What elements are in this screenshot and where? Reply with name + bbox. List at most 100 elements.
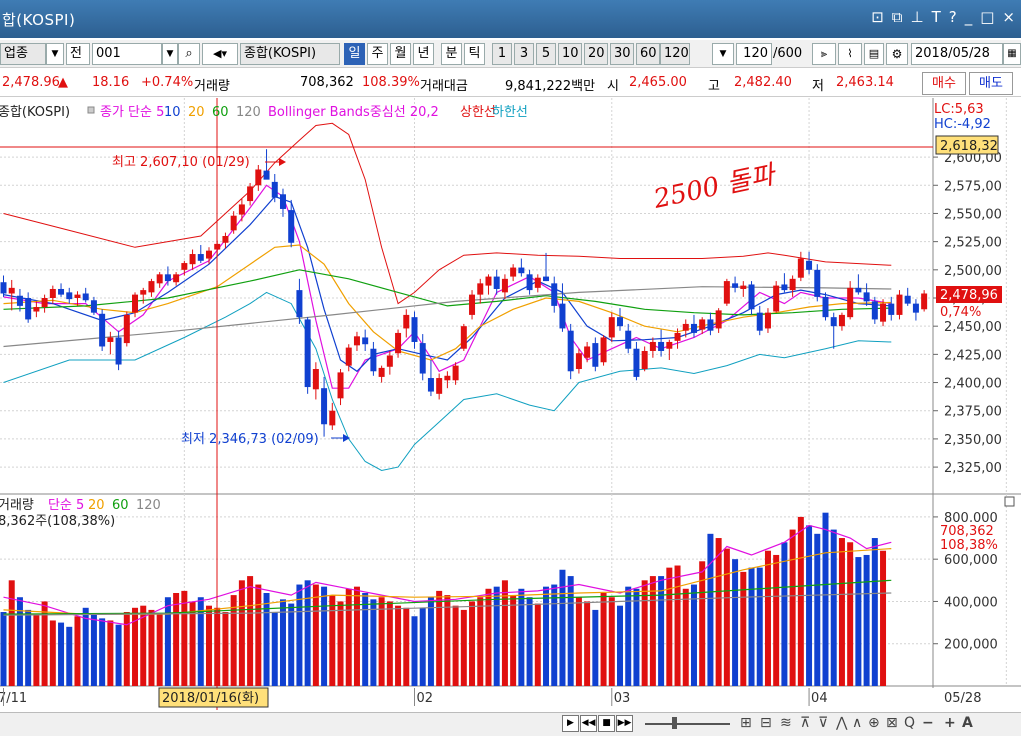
calendar-icon[interactable]: ▦ bbox=[1003, 43, 1021, 65]
date-input[interactable]: 2018/05/28 bbox=[911, 43, 1003, 65]
volume-bar bbox=[386, 601, 393, 686]
legend-box-icon bbox=[87, 106, 95, 114]
interval-dropdown-icon[interactable]: ▼ bbox=[712, 43, 734, 65]
candle-body bbox=[732, 283, 739, 288]
volume-bar bbox=[362, 593, 369, 686]
current-pct-label: 0,74% bbox=[940, 305, 981, 320]
candle-body bbox=[485, 276, 492, 286]
code-dropdown-icon[interactable]: ▼ bbox=[162, 43, 178, 65]
candle-body bbox=[255, 169, 262, 186]
prev-button[interactable]: 전 bbox=[66, 43, 90, 65]
code-input[interactable]: 001 bbox=[92, 43, 162, 65]
rewind-icon[interactable]: ◀◀ bbox=[580, 715, 597, 732]
zoom-out-icon[interactable]: − bbox=[922, 715, 934, 731]
candle-body bbox=[806, 260, 813, 270]
split-icon[interactable]: ⊟ bbox=[760, 715, 772, 731]
sound-icon[interactable]: ◀▾ bbox=[202, 43, 238, 65]
screenshot-icon[interactable]: ⊠ bbox=[886, 715, 898, 731]
search-icon[interactable]: ⌕ bbox=[178, 43, 200, 65]
candle-body bbox=[312, 369, 319, 390]
maximize-icon[interactable]: □ bbox=[980, 8, 994, 26]
forward-icon[interactable]: ▶▶ bbox=[616, 715, 633, 732]
interval-120[interactable]: 120 bbox=[660, 43, 690, 65]
candle-body bbox=[279, 194, 286, 209]
stop-icon[interactable]: ■ bbox=[598, 715, 615, 732]
count-input[interactable]: 120 bbox=[736, 43, 772, 65]
save-icon[interactable]: ▤ bbox=[864, 43, 884, 65]
interval-5[interactable]: 5 bbox=[536, 43, 556, 65]
zoom-slider-handle[interactable] bbox=[672, 717, 677, 729]
high-annotation: 최고 2,607,10 (01/29) bbox=[112, 155, 250, 170]
period-month[interactable]: 월 bbox=[390, 43, 411, 65]
price-tick-label: 2,450,00 bbox=[944, 320, 1002, 335]
sell-button[interactable]: 매도 bbox=[969, 72, 1013, 95]
interval-1[interactable]: 1 bbox=[492, 43, 512, 65]
volume-bar bbox=[806, 525, 813, 686]
x-tick-label: 02 bbox=[417, 691, 434, 706]
volume-bar bbox=[551, 584, 558, 686]
period-minute[interactable]: 분 bbox=[441, 43, 462, 65]
zoom-in-icon[interactable]: + bbox=[944, 715, 956, 731]
candle-body bbox=[526, 274, 533, 291]
market-select[interactable]: 업종 bbox=[0, 43, 46, 65]
pin-icon[interactable]: ⊥ bbox=[911, 8, 924, 26]
candle-body bbox=[797, 258, 804, 278]
text-icon[interactable]: A bbox=[962, 715, 973, 731]
zoom-slider[interactable] bbox=[645, 723, 730, 725]
lc-label: LC:5,63 bbox=[934, 102, 984, 117]
buy-button[interactable]: 매수 bbox=[922, 72, 966, 95]
candle-body bbox=[353, 336, 360, 346]
interval-60[interactable]: 60 bbox=[636, 43, 660, 65]
volume-bar bbox=[797, 516, 804, 686]
volume-value: 708,362 bbox=[300, 75, 354, 90]
name-field: 종합(KOSPI) bbox=[240, 43, 340, 65]
trend-up-icon[interactable]: ⊼ bbox=[800, 715, 810, 731]
candle-body bbox=[764, 312, 771, 329]
price-tick-label: 2,350,00 bbox=[944, 433, 1002, 448]
interval-20[interactable]: 20 bbox=[584, 43, 608, 65]
period-tick[interactable]: 틱 bbox=[464, 43, 485, 65]
wave-icon[interactable]: ∧ bbox=[852, 715, 862, 731]
lines-icon[interactable]: ≋ bbox=[780, 715, 792, 731]
minimize-icon[interactable]: _ bbox=[965, 8, 973, 26]
chart-area[interactable]: 종합(KOSPI) 종가 단순 5 10 20 60 120 Bollinger Band… bbox=[0, 98, 1021, 712]
candle-body bbox=[444, 375, 451, 381]
panel-close-icon[interactable] bbox=[1004, 496, 1015, 507]
trend-down-icon[interactable]: ⊽ bbox=[818, 715, 828, 731]
candle-type-icon[interactable]: ⫸ bbox=[812, 43, 836, 65]
volume-legend-item: 20 bbox=[88, 498, 105, 513]
interval-10[interactable]: 10 bbox=[558, 43, 582, 65]
volume-bar bbox=[403, 607, 410, 686]
grid-icon[interactable]: ⊞ bbox=[740, 715, 752, 731]
volume-bar bbox=[855, 557, 862, 686]
font-icon[interactable]: T bbox=[932, 8, 941, 26]
period-year[interactable]: 년 bbox=[413, 43, 434, 65]
indicator-icon[interactable]: ⌇ bbox=[838, 43, 862, 65]
volume-bar bbox=[863, 554, 870, 686]
magnify-icon[interactable]: Q bbox=[904, 715, 915, 731]
candle-body bbox=[337, 372, 344, 399]
period-week[interactable]: 주 bbox=[367, 43, 388, 65]
candle-body bbox=[321, 388, 328, 425]
layout-icon[interactable]: ⊡ bbox=[871, 8, 884, 26]
candle-body bbox=[452, 365, 459, 381]
peak-icon[interactable]: ⋀ bbox=[836, 715, 847, 731]
candle-body bbox=[501, 278, 508, 293]
interval-30[interactable]: 30 bbox=[610, 43, 634, 65]
close-icon[interactable]: × bbox=[1002, 8, 1015, 26]
candle-body bbox=[723, 281, 730, 304]
gear-icon[interactable]: ⚙ bbox=[886, 43, 908, 65]
play-icon[interactable]: ▶ bbox=[562, 715, 579, 732]
volume-bar bbox=[740, 571, 747, 686]
candle-body bbox=[238, 204, 245, 215]
period-day[interactable]: 일 bbox=[344, 43, 365, 65]
help-icon[interactable]: ? bbox=[949, 8, 957, 26]
price-tick-label: 2,500,00 bbox=[944, 264, 1002, 279]
volume-bar bbox=[493, 586, 500, 686]
zoom-in-area-icon[interactable]: ⊕ bbox=[868, 715, 880, 731]
candle-body bbox=[921, 293, 928, 310]
market-dropdown-icon[interactable]: ▼ bbox=[46, 43, 64, 65]
interval-3[interactable]: 3 bbox=[514, 43, 534, 65]
candle-body bbox=[608, 317, 615, 338]
restore-icon[interactable]: ⧉ bbox=[892, 8, 903, 26]
